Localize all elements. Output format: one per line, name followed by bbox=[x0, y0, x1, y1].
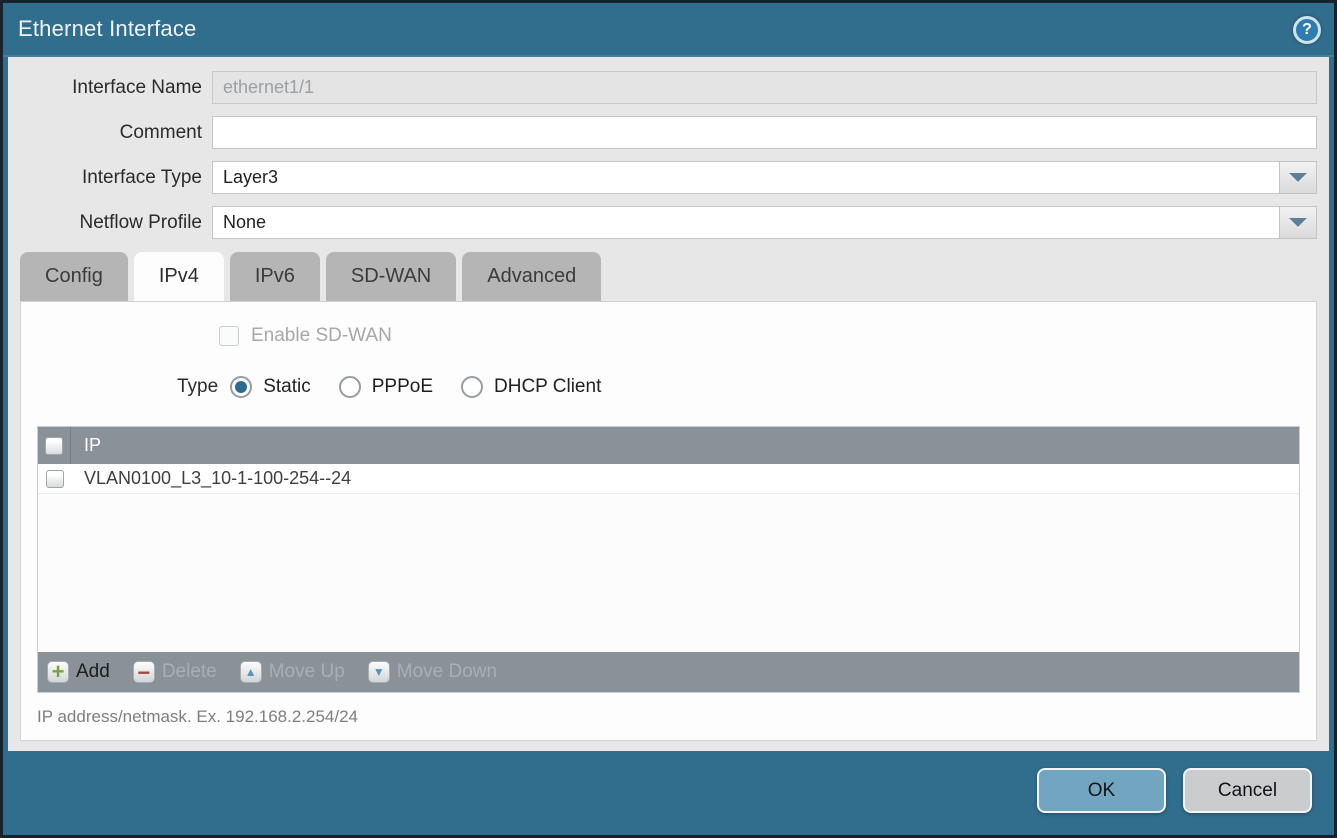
interface-type-value: Layer3 bbox=[223, 167, 278, 188]
delete-button: − Delete bbox=[133, 661, 217, 683]
radio-dhcp-client[interactable] bbox=[461, 376, 483, 398]
ipv4-panel: Enable SD-WAN Type Static PPPoE DHCP Cli… bbox=[20, 301, 1317, 741]
comment-input[interactable] bbox=[212, 116, 1317, 149]
dialog-body: Interface Name ethernet1/1 Comment Inter… bbox=[8, 57, 1329, 751]
radio-dhcp-client-label: DHCP Client bbox=[494, 376, 601, 398]
interface-name-input: ethernet1/1 bbox=[212, 71, 1317, 104]
move-up-button: ▲ Move Up bbox=[240, 661, 345, 683]
header-checkbox-cell bbox=[38, 427, 71, 464]
add-button[interactable]: + Add bbox=[47, 661, 110, 683]
tab-advanced[interactable]: Advanced bbox=[462, 252, 601, 301]
radio-pppoe[interactable] bbox=[339, 376, 361, 398]
row-checkbox-cell bbox=[38, 470, 71, 488]
chevron-down-icon bbox=[1289, 218, 1307, 227]
interface-name-label: Interface Name bbox=[20, 77, 202, 99]
help-icon-glyph: ? bbox=[1302, 21, 1312, 39]
tab-ipv6[interactable]: IPv6 bbox=[230, 252, 320, 301]
interface-name-row: Interface Name ethernet1/1 bbox=[20, 71, 1317, 104]
interface-name-value: ethernet1/1 bbox=[223, 77, 314, 98]
delete-button-label: Delete bbox=[162, 661, 217, 683]
interface-type-select[interactable]: Layer3 bbox=[212, 161, 1279, 194]
ethernet-interface-dialog: Ethernet Interface ? Interface Name ethe… bbox=[0, 0, 1337, 838]
ip-table-header: IP bbox=[38, 427, 1299, 464]
interface-type-row: Interface Type Layer3 bbox=[20, 161, 1317, 194]
dialog-title: Ethernet Interface bbox=[18, 16, 196, 42]
select-all-checkbox[interactable] bbox=[45, 437, 63, 455]
tabstrip: Config IPv4 IPv6 SD-WAN Advanced bbox=[20, 252, 1317, 301]
help-icon[interactable]: ? bbox=[1293, 16, 1321, 44]
type-radio-group: Type Static PPPoE DHCP Client bbox=[177, 374, 1316, 400]
tab-ipv4[interactable]: IPv4 bbox=[134, 252, 224, 301]
netflow-profile-select[interactable]: None bbox=[212, 206, 1279, 239]
move-down-button-label: Move Down bbox=[397, 661, 497, 683]
minus-icon: − bbox=[133, 661, 155, 683]
radio-static-label: Static bbox=[263, 376, 311, 398]
ip-table: IP VLAN0100_L3_10-1-100-254--24 + Add bbox=[37, 426, 1300, 693]
tab-config[interactable]: Config bbox=[20, 252, 128, 301]
interface-type-dropdown-button[interactable] bbox=[1279, 161, 1317, 194]
move-up-button-label: Move Up bbox=[269, 661, 345, 683]
comment-row: Comment bbox=[20, 116, 1317, 149]
comment-label: Comment bbox=[20, 122, 202, 144]
ip-format-hint: IP address/netmask. Ex. 192.168.2.254/24 bbox=[37, 707, 1316, 727]
interface-type-combo: Layer3 bbox=[212, 161, 1317, 194]
chevron-down-icon bbox=[1289, 173, 1307, 182]
netflow-profile-label: Netflow Profile bbox=[20, 212, 202, 234]
radio-static[interactable] bbox=[230, 376, 252, 398]
arrow-down-icon: ▼ bbox=[368, 661, 390, 683]
netflow-profile-value: None bbox=[223, 212, 266, 233]
dialog-footer: OK Cancel bbox=[3, 751, 1334, 835]
netflow-profile-dropdown-button[interactable] bbox=[1279, 206, 1317, 239]
table-toolbar: + Add − Delete ▲ Move Up ▼ Move Down bbox=[38, 652, 1299, 692]
interface-type-label: Interface Type bbox=[20, 167, 202, 189]
tab-sdwan[interactable]: SD-WAN bbox=[326, 252, 456, 301]
type-label: Type bbox=[177, 376, 218, 398]
row-checkbox[interactable] bbox=[46, 470, 64, 488]
add-button-label: Add bbox=[76, 661, 110, 683]
table-empty-area bbox=[38, 494, 1299, 652]
enable-sdwan-row: Enable SD-WAN bbox=[219, 324, 1316, 348]
ip-column-header: IP bbox=[84, 435, 101, 456]
enable-sdwan-label: Enable SD-WAN bbox=[251, 325, 392, 347]
netflow-profile-combo: None bbox=[212, 206, 1317, 239]
table-row[interactable]: VLAN0100_L3_10-1-100-254--24 bbox=[38, 464, 1299, 494]
enable-sdwan-checkbox bbox=[219, 326, 239, 346]
arrow-up-icon: ▲ bbox=[240, 661, 262, 683]
plus-icon: + bbox=[47, 661, 69, 683]
move-down-button: ▼ Move Down bbox=[368, 661, 497, 683]
ok-button[interactable]: OK bbox=[1037, 768, 1166, 813]
cancel-button[interactable]: Cancel bbox=[1183, 768, 1312, 813]
netflow-profile-row: Netflow Profile None bbox=[20, 206, 1317, 239]
titlebar: Ethernet Interface ? bbox=[3, 3, 1334, 57]
row-ip-value: VLAN0100_L3_10-1-100-254--24 bbox=[84, 468, 351, 489]
radio-pppoe-label: PPPoE bbox=[372, 376, 433, 398]
